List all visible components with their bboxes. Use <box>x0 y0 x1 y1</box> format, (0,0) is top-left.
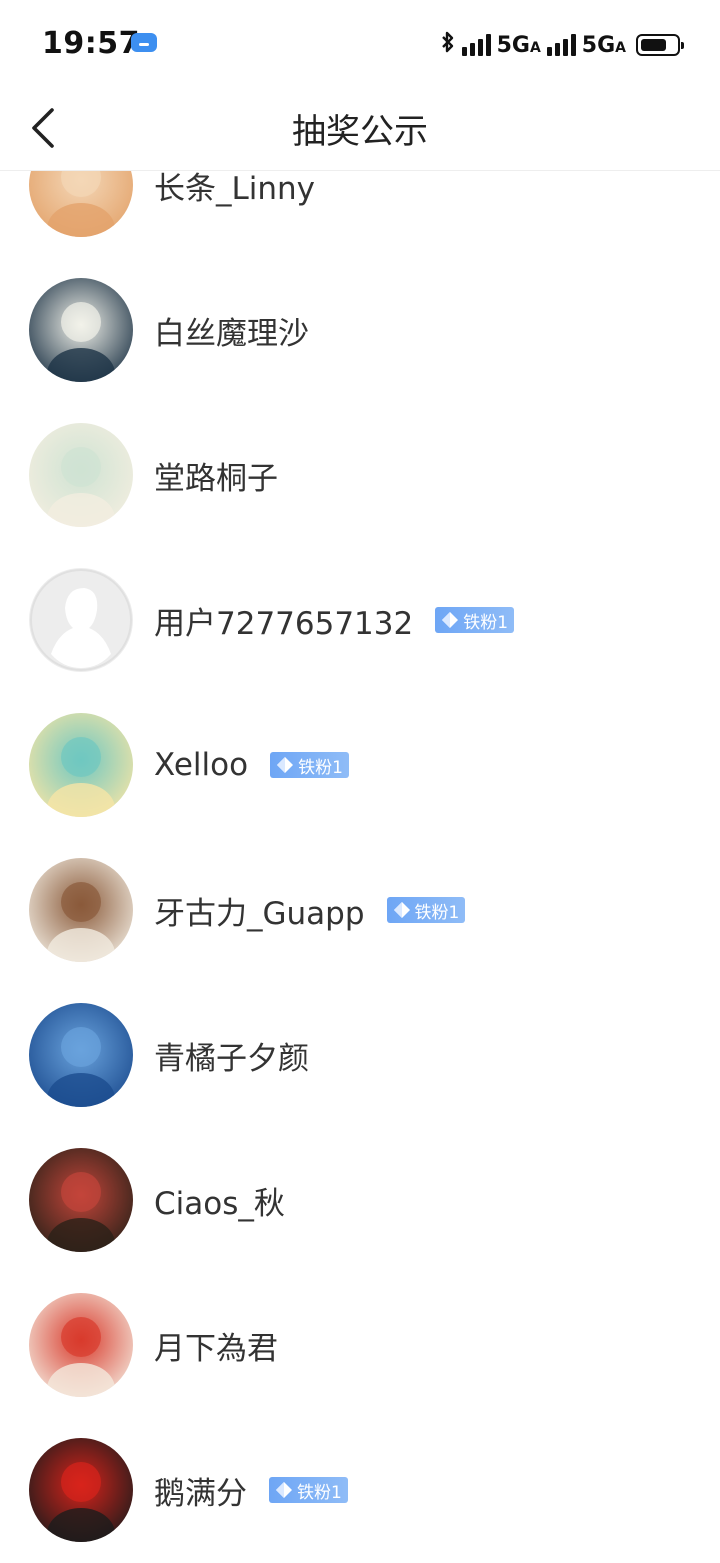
page-title: 抽奖公示 <box>292 112 428 152</box>
list-item[interactable]: Ciaos_秋 <box>0 1148 720 1252</box>
avatar[interactable] <box>29 1293 133 1397</box>
winner-info: 用户7277657132 铁粉1 <box>154 568 515 672</box>
diamond-icon <box>393 902 410 918</box>
winner-name[interactable]: 月下為君 <box>154 1323 278 1368</box>
fan-level-badge: 铁粉1 <box>270 752 349 778</box>
list-item[interactable]: 牙古力_Guapp 铁粉1 <box>0 858 720 962</box>
nav-bar: 抽奖公示 <box>0 88 720 171</box>
winner-info: 堂路桐子 <box>154 423 278 527</box>
status-time: 19:57 <box>42 26 140 61</box>
winner-info: 鹅满分 铁粉1 <box>154 1438 348 1542</box>
fan-level-label: 铁粉1 <box>297 1482 342 1503</box>
winner-name[interactable]: 堂路桐子 <box>154 453 278 498</box>
status-bar: 19:57 5GA 5GA <box>0 0 720 88</box>
avatar[interactable] <box>29 423 133 527</box>
signal-strength-icon <box>461 34 491 56</box>
list-item[interactable]: 堂路桐子 <box>0 423 720 527</box>
winner-name[interactable]: 青橘子夕颜 <box>154 1033 309 1078</box>
avatar[interactable] <box>29 1003 133 1107</box>
avatar[interactable] <box>29 713 133 817</box>
list-item[interactable]: Xelloo 铁粉1 <box>0 713 720 817</box>
winner-name[interactable]: Xelloo <box>154 747 248 783</box>
diamond-icon <box>277 757 294 773</box>
fan-level-label: 铁粉1 <box>414 902 460 923</box>
avatar[interactable] <box>29 1148 133 1252</box>
battery-fill <box>641 39 667 51</box>
fan-level-badge: 铁粉1 <box>269 1477 348 1503</box>
winner-info: Ciaos_秋 <box>154 1148 285 1252</box>
message-notification-icon <box>130 32 158 56</box>
winner-info: 月下為君 <box>154 1293 278 1397</box>
winner-name[interactable]: 白丝魔理沙 <box>154 308 309 353</box>
status-indicators: 5GA 5GA <box>440 30 684 60</box>
battery-icon <box>636 34 684 56</box>
winner-name[interactable]: 牙古力_Guapp <box>154 888 365 933</box>
fan-level-label: 铁粉1 <box>463 612 509 633</box>
list-item[interactable]: 白丝魔理沙 <box>0 278 720 382</box>
fan-level-badge: 铁粉1 <box>386 897 466 923</box>
winner-name[interactable]: 用户7277657132 <box>154 598 413 643</box>
winner-info: 牙古力_Guapp 铁粉1 <box>154 858 466 962</box>
list-item[interactable]: 用户7277657132 铁粉1 <box>0 568 720 672</box>
winner-name[interactable]: Ciaos_秋 <box>154 1178 285 1223</box>
diamond-icon <box>276 1482 292 1498</box>
list-item[interactable]: 月下為君 <box>0 1293 720 1397</box>
signal-strength-icon-2 <box>546 34 576 56</box>
fan-level-label: 铁粉1 <box>298 757 343 778</box>
avatar[interactable] <box>29 278 133 382</box>
diamond-icon <box>442 612 459 628</box>
fan-level-badge: 铁粉1 <box>435 607 515 633</box>
winner-info: 青橘子夕颜 <box>154 1003 309 1107</box>
avatar[interactable] <box>29 568 133 672</box>
bluetooth-icon <box>440 30 456 60</box>
avatar[interactable] <box>29 858 133 962</box>
winner-info: 白丝魔理沙 <box>154 278 309 382</box>
network-type-1: 5GA <box>496 32 541 58</box>
winner-info: Xelloo 铁粉1 <box>154 713 349 817</box>
list-item[interactable]: 鹅满分 铁粉1 <box>0 1438 720 1542</box>
list-item[interactable]: 青橘子夕颜 <box>0 1003 720 1107</box>
network-type-2: 5GA <box>581 32 626 58</box>
winner-name[interactable]: 鹅满分 <box>154 1468 247 1513</box>
avatar[interactable] <box>29 1438 133 1542</box>
